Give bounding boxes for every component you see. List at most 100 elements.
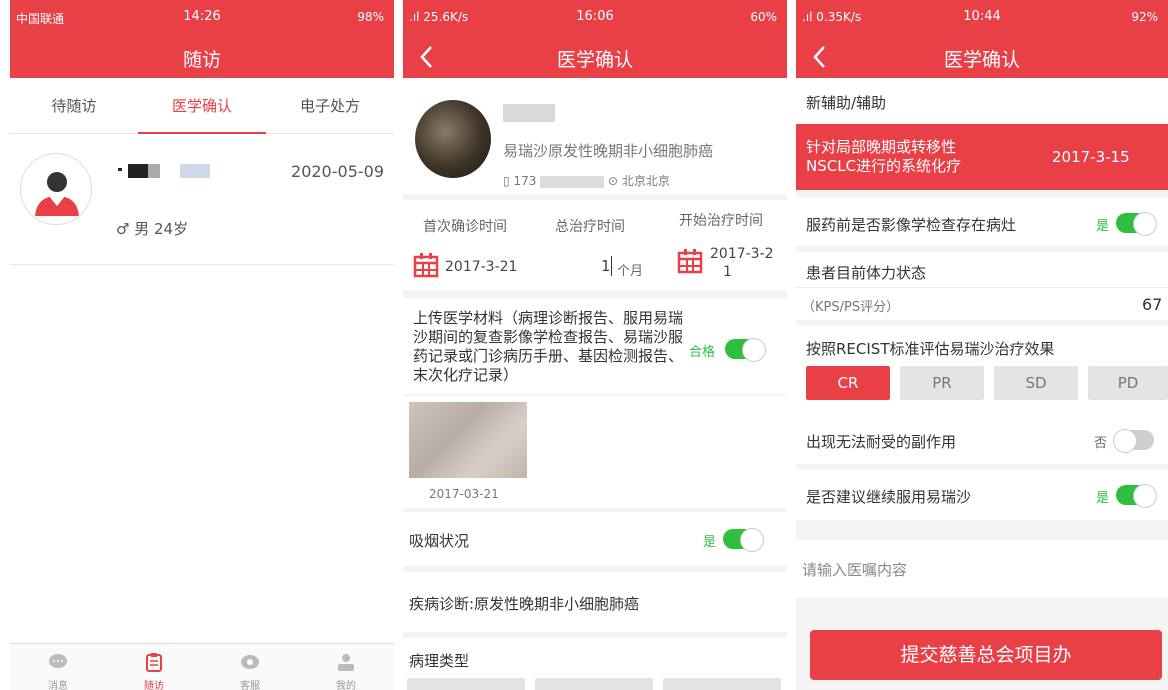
kps-value[interactable]: 67 bbox=[1142, 295, 1162, 314]
submit-button[interactable]: 提交慈善总会项目办 bbox=[810, 630, 1162, 680]
nav-messages[interactable]: 消息 bbox=[10, 644, 106, 690]
pathology-option[interactable] bbox=[535, 678, 653, 690]
recist-option-pd[interactable]: PD bbox=[1088, 366, 1168, 400]
header: 中国联通 14:26 98% 随访 bbox=[10, 0, 394, 78]
kps-label: （KPS/PS评分） bbox=[802, 300, 900, 315]
physical-status-label: 患者目前体力状态 bbox=[806, 264, 927, 282]
name-redacted bbox=[503, 104, 555, 122]
qualified-toggle[interactable] bbox=[725, 338, 766, 362]
nav-profile-label: 我的 bbox=[336, 681, 356, 690]
recist-option-cr[interactable]: CR bbox=[806, 366, 890, 400]
name-redacted-2 bbox=[148, 164, 160, 178]
calendar-icon[interactable] bbox=[677, 248, 703, 274]
phone-prefix: 173 bbox=[513, 174, 537, 188]
follow-up-date: 2020-05-09 bbox=[291, 162, 384, 181]
avatar bbox=[20, 153, 92, 225]
advice-input-placeholder[interactable]: 请输入医嘱内容 bbox=[802, 559, 907, 580]
total-treatment-label: 总治疗时间 bbox=[555, 219, 625, 235]
recist-option-sd[interactable]: SD bbox=[994, 366, 1078, 400]
header: .ıl 25.6K/s 16:06 60% 医学确认 bbox=[403, 0, 787, 78]
status-bar: .ıl 0.35K/s 10:44 92% bbox=[796, 0, 1168, 36]
phone-icon: ▯ bbox=[503, 174, 510, 188]
recist-option-pr[interactable]: PR bbox=[900, 366, 984, 400]
smoking-toggle-label: 是 bbox=[703, 535, 717, 550]
first-diagnosis-label: 首次确诊时间 bbox=[423, 219, 507, 235]
pathology-label: 病理类型 bbox=[409, 652, 470, 670]
status-time: 14:26 bbox=[183, 9, 221, 24]
patient-location: 北京北京 bbox=[621, 174, 670, 188]
side-effects-label: 出现无法耐受的副作用 bbox=[806, 433, 957, 451]
name-redacted-mark bbox=[118, 168, 122, 171]
battery-level: 60% bbox=[750, 10, 777, 24]
screen-follow-up: 中国联通 14:26 98% 随访 待随访 医学确认 电子处方 2020-05-… bbox=[10, 0, 394, 690]
smoking-toggle[interactable] bbox=[723, 528, 764, 552]
nav-service-label: 客服 bbox=[240, 681, 260, 690]
status-time: 10:44 bbox=[963, 9, 1001, 24]
smoking-label: 吸烟状况 bbox=[409, 532, 470, 550]
patient-list-item[interactable]: 2020-05-09 ♂ 男 24岁 bbox=[10, 134, 394, 265]
recist-label: 按照RECIST标准评估易瑞沙治疗效果 bbox=[806, 340, 1055, 358]
calendar-icon[interactable] bbox=[413, 252, 439, 278]
chemo-date: 2017-3-15 bbox=[1052, 148, 1130, 166]
page-title: 随访 bbox=[182, 49, 221, 71]
total-treatment-unit: 个月 bbox=[617, 264, 644, 279]
nav-profile[interactable]: 我的 bbox=[298, 644, 394, 690]
start-treatment-date-line1[interactable]: 2017-3-2 bbox=[710, 246, 774, 262]
phone-redacted bbox=[540, 175, 605, 188]
total-treatment-value[interactable]: 1 bbox=[601, 257, 611, 275]
pathology-option[interactable] bbox=[407, 678, 525, 690]
upload-description: 上传医学材料（病理诊断报告、服用易瑞沙期间的复查影像学检查报告、易瑞沙服药记录或… bbox=[413, 309, 684, 384]
chemo-line1: 针对局部晚期或转移性 bbox=[806, 138, 957, 156]
status-bar: .ıl 25.6K/s 16:06 60% bbox=[403, 0, 787, 36]
navbar: 随访 bbox=[10, 36, 394, 78]
start-treatment-date-line2[interactable]: 1 bbox=[723, 264, 732, 280]
tab-e-prescription[interactable]: 电子处方 bbox=[266, 78, 394, 134]
upload-date: 2017-03-21 bbox=[429, 487, 499, 501]
location-icon: ⊙ bbox=[608, 174, 619, 188]
header: .ıl 0.35K/s 10:44 92% 医学确认 bbox=[796, 0, 1168, 78]
navbar: 医学确认 bbox=[403, 36, 787, 78]
qualified-label: 合格 bbox=[689, 345, 716, 360]
side-effects-toggle[interactable] bbox=[1113, 429, 1154, 453]
start-treatment-label: 开始治疗时间 bbox=[679, 213, 763, 229]
nav-follow-up-label: 随访 bbox=[144, 681, 164, 690]
imaging-toggle[interactable] bbox=[1116, 212, 1157, 236]
patient-photo bbox=[415, 100, 491, 178]
disease-diagnosis: 疾病诊断:原发性晚期非小细胞肺癌 bbox=[409, 595, 640, 613]
user-icon bbox=[35, 172, 79, 216]
id-redacted bbox=[180, 164, 210, 178]
screen-medical-confirm-1: .ıl 25.6K/s 16:06 60% 医学确认 易瑞沙原发性晚期非小细胞肺… bbox=[403, 0, 787, 690]
service-icon bbox=[241, 655, 259, 669]
name-redacted bbox=[128, 164, 148, 178]
chemo-line2: NSCLC进行的系统化疗 bbox=[806, 157, 962, 175]
screen-medical-confirm-2: .ıl 0.35K/s 10:44 92% 医学确认 新辅助/辅助 针对局部晚期… bbox=[796, 0, 1168, 690]
text-cursor bbox=[611, 256, 612, 276]
status-time: 16:06 bbox=[576, 9, 614, 24]
patient-contact: ▯ 173 ⊙ 北京北京 bbox=[503, 172, 670, 189]
tab-medical-confirm[interactable]: 医学确认 bbox=[138, 78, 266, 134]
patient-diagnosis: 易瑞沙原发性晚期非小细胞肺癌 bbox=[503, 142, 714, 160]
page-title: 医学确认 bbox=[943, 49, 1020, 71]
side-effects-toggle-label: 否 bbox=[1094, 436, 1108, 451]
clipboard-icon bbox=[146, 653, 162, 672]
page-title: 医学确认 bbox=[556, 49, 633, 71]
nav-service[interactable]: 客服 bbox=[202, 644, 298, 690]
person-icon bbox=[338, 654, 354, 671]
nav-follow-up[interactable]: 随访 bbox=[106, 644, 202, 690]
battery-level: 92% bbox=[1131, 10, 1158, 24]
status-bar: 中国联通 14:26 98% bbox=[10, 0, 394, 36]
medical-document-thumbnail[interactable] bbox=[409, 402, 527, 478]
first-diagnosis-date[interactable]: 2017-3-21 bbox=[445, 259, 517, 275]
continue-toggle[interactable] bbox=[1116, 484, 1157, 508]
bottom-nav: 消息 随访 客服 我的 bbox=[10, 643, 394, 690]
imaging-toggle-label: 是 bbox=[1096, 219, 1110, 234]
imaging-label: 服药前是否影像学检查存在病灶 bbox=[806, 216, 1017, 234]
tab-pending[interactable]: 待随访 bbox=[10, 78, 138, 134]
battery-level: 98% bbox=[357, 10, 384, 24]
chat-icon bbox=[49, 654, 67, 668]
section-title: 新辅助/辅助 bbox=[806, 94, 887, 112]
patient-gender-age: ♂ 男 24岁 bbox=[116, 220, 189, 238]
pathology-option[interactable] bbox=[663, 678, 781, 690]
navbar: 医学确认 bbox=[796, 36, 1168, 78]
continue-toggle-label: 是 bbox=[1096, 491, 1110, 506]
